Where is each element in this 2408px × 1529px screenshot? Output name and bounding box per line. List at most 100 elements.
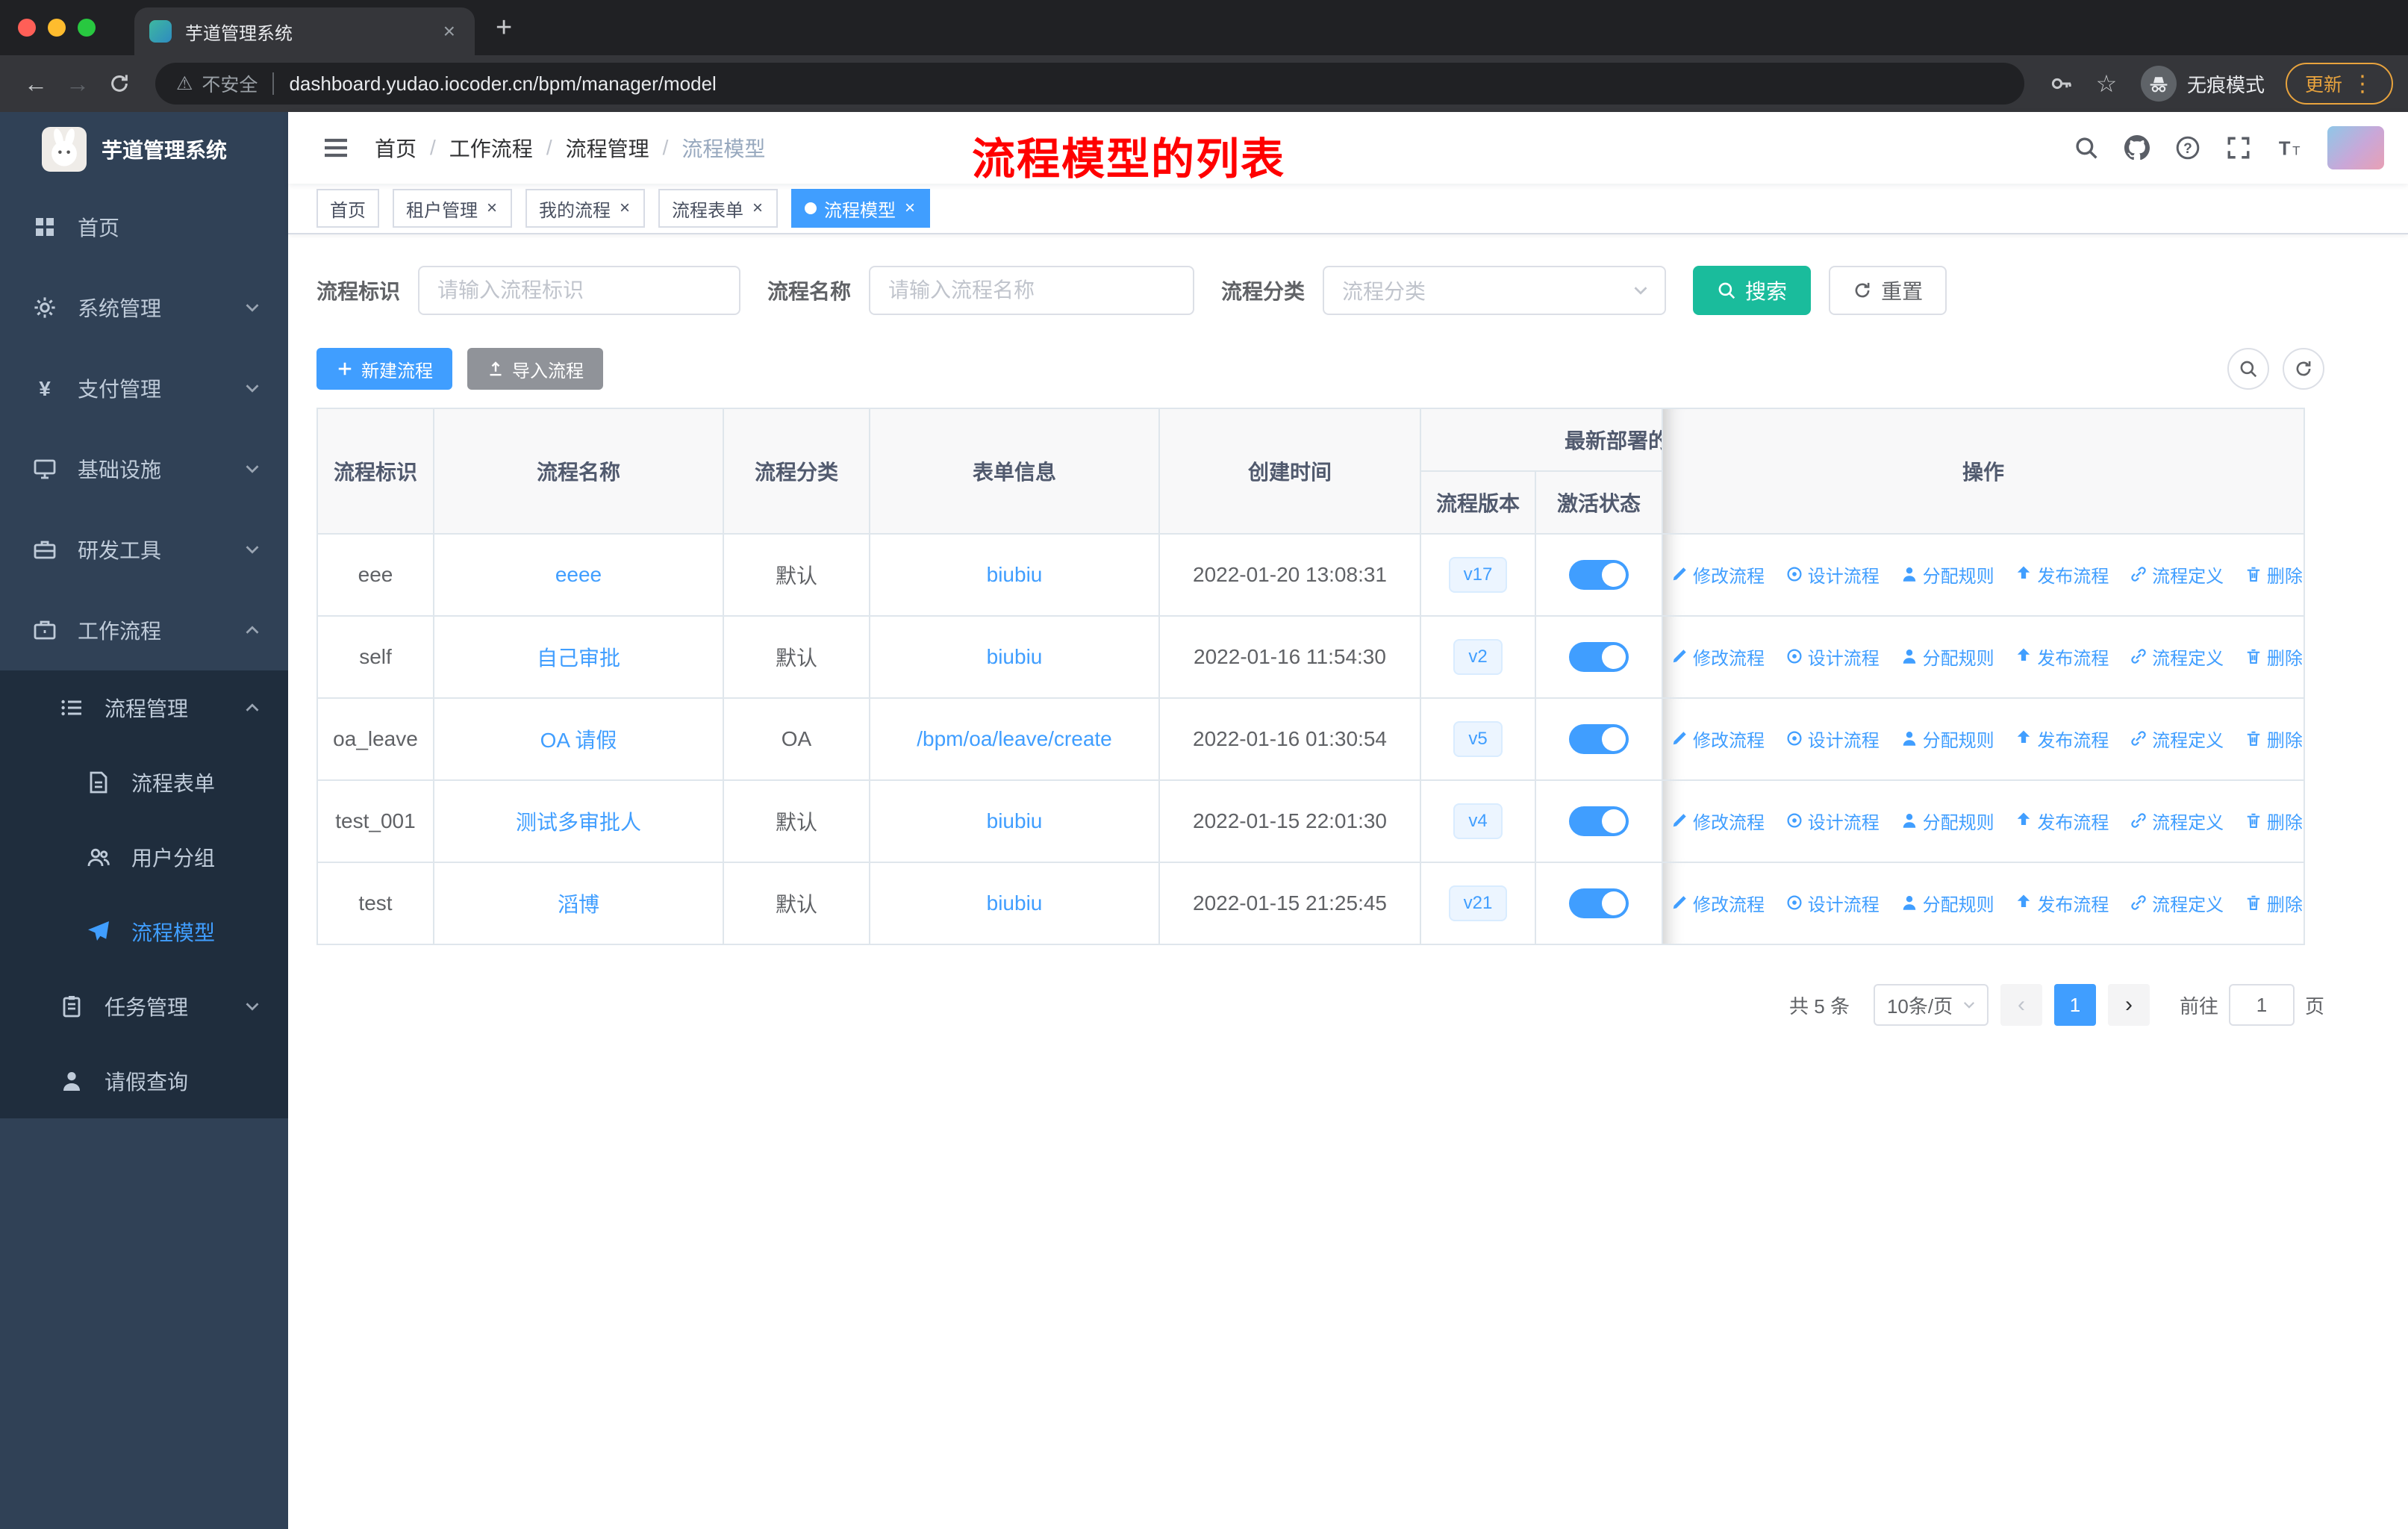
edit-process-link[interactable]: 修改流程 (1671, 808, 1765, 834)
page-size-select[interactable]: 10条/页 (1873, 984, 1989, 1026)
publish-process-link[interactable]: 发布流程 (2015, 890, 2109, 916)
sidebar-item-task-mgmt[interactable]: 任务管理 (0, 969, 288, 1044)
publish-process-link[interactable]: 发布流程 (2015, 726, 2109, 752)
forward-button[interactable]: → (57, 63, 99, 105)
process-name-link[interactable]: 自己审批 (537, 647, 620, 670)
window-close-button[interactable] (18, 19, 36, 37)
publish-process-link[interactable]: 发布流程 (2015, 644, 2109, 670)
prev-page-button[interactable]: ‹ (2000, 984, 2042, 1026)
sidebar-item-dev[interactable]: 研发工具 (0, 509, 288, 590)
sidebar-item-process-mgmt[interactable]: 流程管理 (0, 670, 288, 745)
design-process-link[interactable]: 设计流程 (1785, 726, 1880, 752)
assign-rule-link[interactable]: 分配规则 (1900, 561, 1994, 588)
user-avatar[interactable] (2327, 126, 2384, 169)
form-info-link[interactable]: biubiu (987, 891, 1043, 915)
github-icon[interactable] (2124, 135, 2150, 161)
search-icon[interactable] (2074, 135, 2099, 161)
process-name-input[interactable] (869, 266, 1195, 315)
toggle-search-button[interactable] (2227, 348, 2269, 390)
process-definition-link[interactable]: 流程定义 (2130, 726, 2224, 752)
process-name-link[interactable]: 滔博 (558, 893, 599, 916)
edit-process-link[interactable]: 修改流程 (1671, 726, 1765, 752)
design-process-link[interactable]: 设计流程 (1785, 644, 1880, 670)
process-name-link[interactable]: eeee (555, 563, 602, 586)
sidebar-item-user-group[interactable]: 用户分组 (0, 820, 288, 894)
delete-link[interactable]: 删除 (2245, 561, 2303, 588)
sidebar-item-leave-query[interactable]: 请假查询 (0, 1044, 288, 1118)
publish-process-link[interactable]: 发布流程 (2015, 561, 2109, 588)
active-status-toggle[interactable] (1569, 642, 1629, 672)
search-button[interactable]: 搜索 (1693, 266, 1812, 315)
publish-process-link[interactable]: 发布流程 (2015, 808, 2109, 834)
browser-tab[interactable]: 芋道管理系统 × (134, 7, 475, 55)
browser-menu-icon[interactable]: ⋮ (2351, 71, 2374, 97)
active-status-toggle[interactable] (1569, 806, 1629, 836)
import-process-button[interactable]: 导入流程 (467, 348, 603, 390)
process-name-link[interactable]: 测试多审批人 (516, 811, 641, 834)
sidebar-item-system[interactable]: 系统管理 (0, 267, 288, 348)
tag-close-icon[interactable]: × (485, 198, 499, 219)
browser-update-button[interactable]: 更新 ⋮ (2285, 63, 2393, 105)
tag-tenant[interactable]: 租户管理 × (393, 189, 513, 228)
assign-rule-link[interactable]: 分配规则 (1900, 808, 1994, 834)
tag-close-icon[interactable]: × (903, 198, 917, 219)
sidebar-item-pay[interactable]: 支付管理 (0, 348, 288, 429)
tag-close-icon[interactable]: × (618, 198, 631, 219)
tag-my-process[interactable]: 我的流程 × (525, 189, 646, 228)
font-size-icon[interactable] (2277, 135, 2302, 161)
form-info-link[interactable]: biubiu (987, 809, 1043, 832)
delete-link[interactable]: 删除 (2245, 726, 2303, 752)
security-chip[interactable]: ⚠ 不安全 (176, 70, 258, 97)
create-process-button[interactable]: 新建流程 (316, 348, 452, 390)
reload-button[interactable] (99, 63, 140, 105)
sidebar-item-infra[interactable]: 基础设施 (0, 429, 288, 509)
goto-page-input[interactable] (2228, 984, 2295, 1026)
tab-close-icon[interactable]: × (439, 19, 460, 43)
assign-rule-link[interactable]: 分配规则 (1900, 644, 1994, 670)
form-info-link[interactable]: biubiu (987, 563, 1043, 586)
process-definition-link[interactable]: 流程定义 (2130, 890, 2224, 916)
url-bar[interactable]: ⚠ 不安全 dashboard.yudao.iocoder.cn/bpm/man… (155, 63, 2024, 105)
process-name-link[interactable]: OA 请假 (540, 729, 617, 752)
process-key-input[interactable] (418, 266, 741, 315)
process-definition-link[interactable]: 流程定义 (2130, 644, 2224, 670)
active-status-toggle[interactable] (1569, 724, 1629, 754)
sidebar-item-process-form[interactable]: 流程表单 (0, 745, 288, 820)
process-category-select[interactable]: 流程分类 (1323, 266, 1667, 315)
process-definition-link[interactable]: 流程定义 (2130, 808, 2224, 834)
breadcrumb-process-mgmt[interactable]: 流程管理 (566, 133, 649, 163)
breadcrumb-workflow[interactable]: 工作流程 (449, 133, 533, 163)
sidebar-item-process-model[interactable]: 流程模型 (0, 894, 288, 969)
design-process-link[interactable]: 设计流程 (1785, 808, 1880, 834)
assign-rule-link[interactable]: 分配规则 (1900, 726, 1994, 752)
password-key-icon[interactable] (2039, 63, 2084, 105)
breadcrumb-home[interactable]: 首页 (375, 133, 417, 163)
page-number-1[interactable]: 1 (2053, 984, 2096, 1026)
delete-link[interactable]: 删除 (2245, 890, 2303, 916)
fullscreen-icon[interactable] (2226, 135, 2251, 161)
hamburger-icon[interactable] (321, 133, 351, 163)
edit-process-link[interactable]: 修改流程 (1671, 890, 1765, 916)
reset-button[interactable]: 重置 (1829, 266, 1947, 315)
help-icon[interactable] (2175, 135, 2200, 161)
edit-process-link[interactable]: 修改流程 (1671, 644, 1765, 670)
edit-process-link[interactable]: 修改流程 (1671, 561, 1765, 588)
back-button[interactable]: ← (15, 63, 57, 105)
tag-home[interactable]: 首页 (316, 189, 379, 228)
delete-link[interactable]: 删除 (2245, 808, 2303, 834)
active-status-toggle[interactable] (1569, 888, 1629, 918)
assign-rule-link[interactable]: 分配规则 (1900, 890, 1994, 916)
delete-link[interactable]: 删除 (2245, 644, 2303, 670)
tag-process-model[interactable]: 流程模型 × (791, 189, 931, 228)
active-status-toggle[interactable] (1569, 560, 1629, 590)
form-info-link[interactable]: biubiu (987, 645, 1043, 668)
window-zoom-button[interactable] (78, 19, 96, 37)
sidebar-item-workflow[interactable]: 工作流程 (0, 590, 288, 670)
sidebar-item-home[interactable]: 首页 (0, 187, 288, 267)
bookmark-star-icon[interactable]: ☆ (2084, 63, 2129, 105)
window-minimize-button[interactable] (48, 19, 66, 37)
new-tab-button[interactable]: + (496, 13, 512, 42)
design-process-link[interactable]: 设计流程 (1785, 561, 1880, 588)
refresh-table-button[interactable] (2283, 348, 2324, 390)
tag-close-icon[interactable]: × (751, 198, 764, 219)
